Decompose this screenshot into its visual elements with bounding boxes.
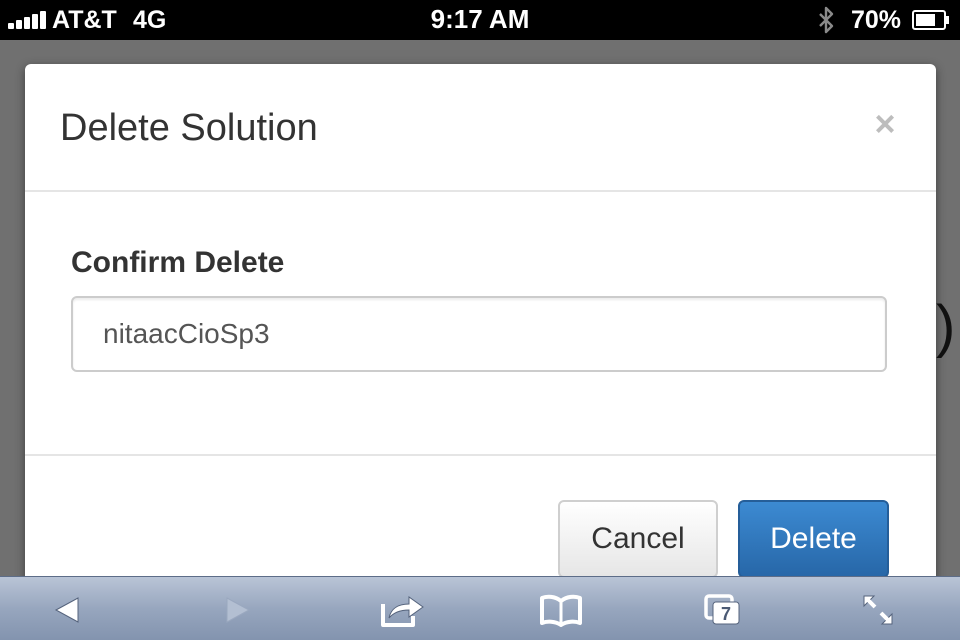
share-button[interactable]	[373, 587, 433, 633]
screen: AT&T 4G 9:17 AM 70% ) Delete Solution × …	[0, 0, 960, 640]
modal-body: Confirm Delete	[25, 192, 936, 454]
battery-percent: 70%	[851, 6, 902, 34]
tabs-icon: 7	[704, 594, 740, 625]
status-bar: AT&T 4G 9:17 AM 70%	[0, 0, 960, 40]
cancel-button[interactable]: Cancel	[558, 500, 718, 578]
confirm-delete-label: Confirm Delete	[71, 246, 285, 279]
fullscreen-button[interactable]	[848, 587, 908, 633]
fullscreen-icon	[863, 595, 893, 625]
modal-header: Delete Solution ×	[25, 64, 936, 192]
tabs-button[interactable]: 7	[692, 587, 752, 633]
modal-title: Delete Solution	[60, 107, 318, 149]
delete-solution-modal: Delete Solution × Confirm Delete Cancel …	[25, 64, 936, 604]
bookmarks-button[interactable]	[531, 587, 591, 633]
bookmarks-icon	[540, 594, 582, 627]
forward-icon	[226, 597, 251, 623]
bluetooth-icon	[819, 6, 834, 34]
background-page-fragment: )	[936, 294, 956, 359]
back-icon	[54, 597, 79, 623]
close-button[interactable]: ×	[865, 104, 905, 144]
forward-button[interactable]	[208, 587, 268, 633]
delete-button[interactable]: Delete	[738, 500, 889, 578]
close-icon: ×	[874, 103, 896, 144]
battery-icon	[912, 10, 949, 30]
share-icon	[381, 596, 424, 627]
browser-toolbar: 7	[0, 576, 960, 640]
back-button[interactable]	[37, 587, 97, 633]
tabs-count: 7	[721, 604, 731, 624]
confirm-delete-input[interactable]	[71, 296, 887, 372]
